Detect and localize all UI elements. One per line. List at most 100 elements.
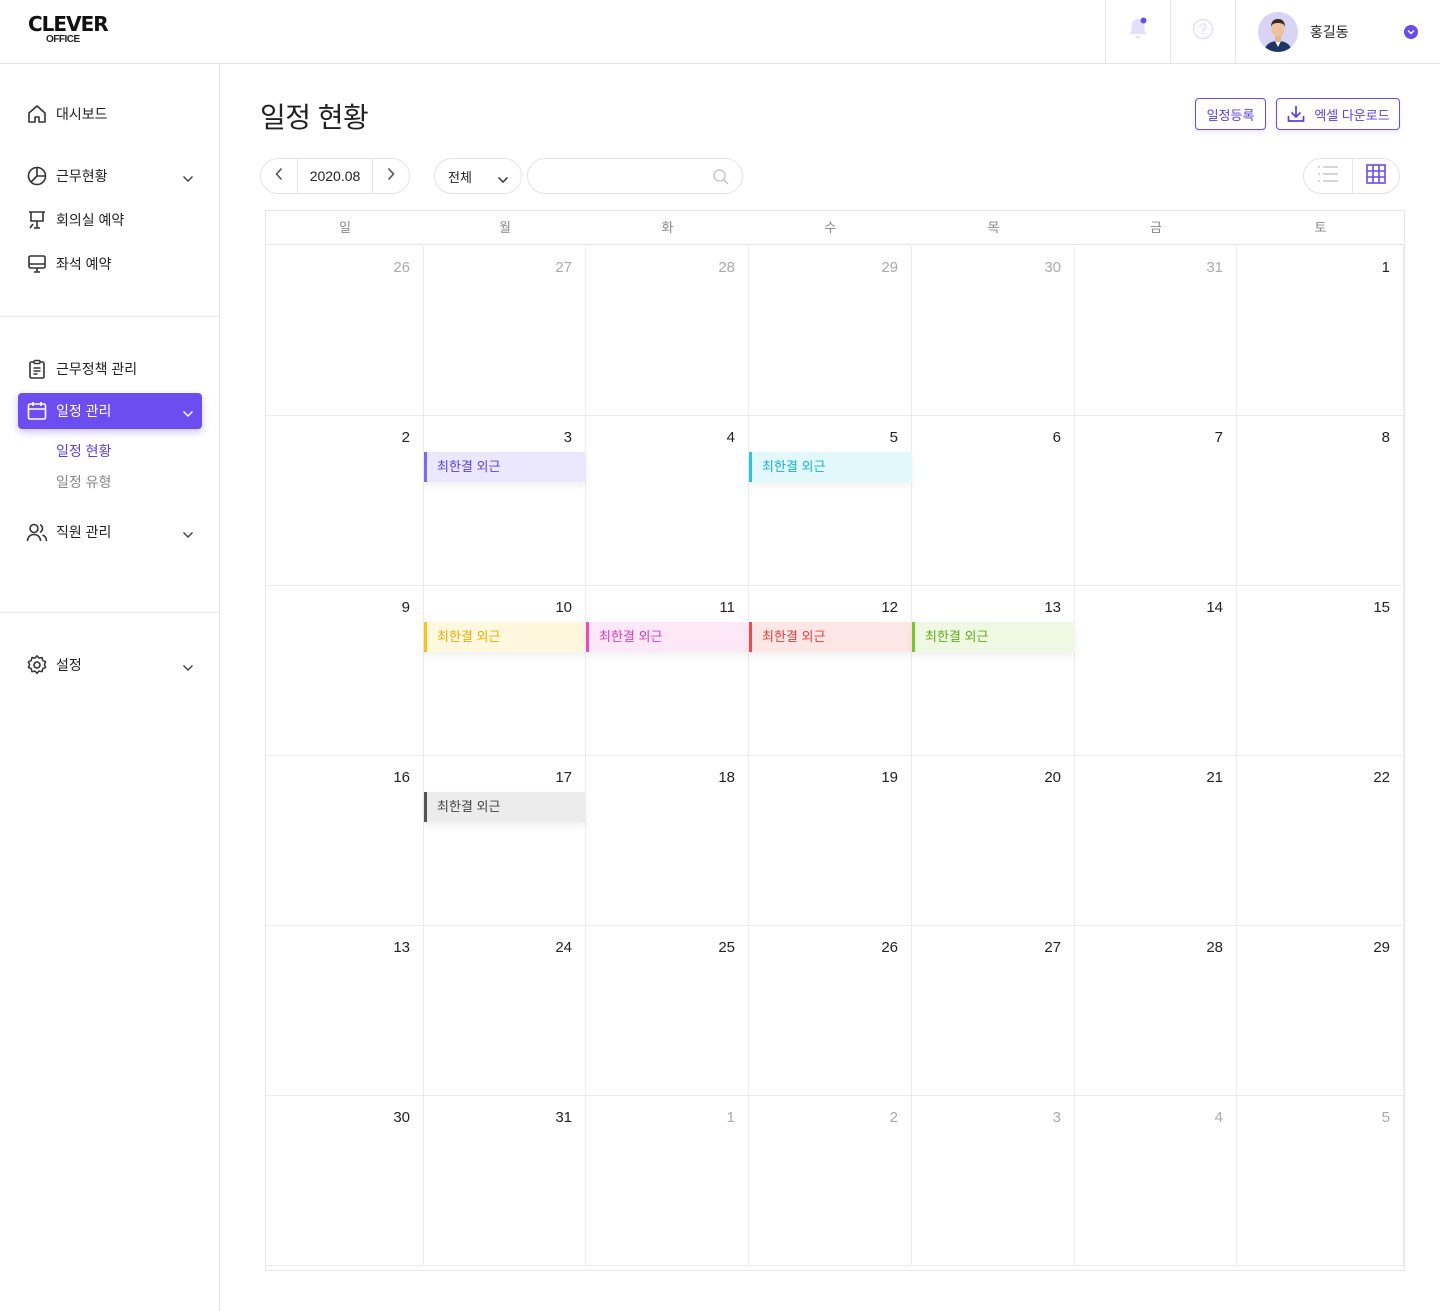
help-button[interactable] <box>1170 0 1235 63</box>
day-number: 31 <box>1206 259 1223 276</box>
register-schedule-button[interactable]: 일정등록 <box>1195 98 1266 130</box>
calendar-day-cell[interactable]: 9 <box>266 586 424 756</box>
search-input[interactable] <box>542 159 712 193</box>
calendar-day-cell[interactable]: 31 <box>1075 246 1237 416</box>
calendar-day-cell[interactable]: 24 <box>424 926 586 1096</box>
calendar-day-cell[interactable]: 8 <box>1237 416 1404 586</box>
calendar-day-cell[interactable]: 26 <box>266 246 424 416</box>
calendar-day-cell[interactable]: 5 최한결 외근 <box>749 416 912 586</box>
calendar-day-cell[interactable]: 13 최한결 외근 <box>912 586 1075 756</box>
day-number: 1 <box>1381 259 1390 276</box>
user-menu[interactable]: 홍길동 <box>1235 0 1440 63</box>
sidebar-item-dashboard[interactable]: 대시보드 <box>18 96 202 132</box>
schedule-event[interactable]: 최한결 외근 <box>749 622 912 652</box>
filter-select[interactable]: 전체 <box>434 158 522 194</box>
calendar-day-cell[interactable]: 4 <box>586 416 749 586</box>
calendar-day-cell[interactable]: 29 <box>1237 926 1404 1096</box>
calendar-day-cell[interactable]: 14 <box>1075 586 1237 756</box>
calendar-day-cell[interactable]: 1 <box>586 1096 749 1266</box>
calendar-day-cell[interactable]: 5 <box>1237 1096 1404 1266</box>
calendar-day-cell[interactable]: 19 <box>749 756 912 926</box>
day-number: 15 <box>1373 599 1390 616</box>
calendar-day-cell[interactable]: 2 <box>749 1096 912 1266</box>
day-number: 25 <box>718 939 735 956</box>
day-number: 11 <box>719 599 735 616</box>
schedule-event[interactable]: 최한결 외근 <box>749 452 912 482</box>
calendar-day-cell[interactable]: 20 <box>912 756 1075 926</box>
prev-month-button[interactable] <box>261 159 297 193</box>
sidebar-subitem-schedule-status[interactable]: 일정 현황 <box>56 441 111 461</box>
sidebar-item-employees[interactable]: 직원 관리 <box>18 514 202 550</box>
calendar-day-cell[interactable]: 17 최한결 외근 <box>424 756 586 926</box>
calendar-day-cell[interactable]: 4 <box>1075 1096 1237 1266</box>
calendar-day-cell[interactable]: 29 <box>749 246 912 416</box>
calendar-day-cell[interactable]: 18 <box>586 756 749 926</box>
calendar-day-cell[interactable]: 28 <box>1075 926 1237 1096</box>
calendar-day-cell[interactable]: 15 <box>1237 586 1404 756</box>
calendar-day-cell[interactable]: 21 <box>1075 756 1237 926</box>
grid-view-button[interactable] <box>1351 159 1400 193</box>
schedule-event[interactable]: 최한결 외근 <box>424 622 586 652</box>
sidebar-item-settings[interactable]: 설정 <box>18 647 202 683</box>
filter-select-value: 전체 <box>448 169 472 185</box>
day-number: 26 <box>881 939 898 956</box>
calendar-day-cell[interactable]: 30 <box>912 246 1075 416</box>
calendar-day-cell[interactable]: 31 <box>424 1096 586 1266</box>
sidebar-subitem-schedule-type[interactable]: 일정 유형 <box>56 472 111 492</box>
sidebar-item-label: 직원 관리 <box>56 524 112 540</box>
sidebar-item-meeting-room[interactable]: 회의실 예약 <box>18 202 202 238</box>
calendar-day-cell[interactable]: 10 최한결 외근 <box>424 586 586 756</box>
presentation-board-icon <box>26 209 48 231</box>
next-month-button[interactable] <box>373 159 409 193</box>
calendar-day-cell[interactable]: 22 <box>1237 756 1404 926</box>
avatar <box>1258 11 1298 52</box>
chevron-down-icon[interactable] <box>1404 25 1418 39</box>
sidebar-item-policy[interactable]: 근무정책 관리 <box>18 351 202 387</box>
calendar-day-cell[interactable]: 11 최한결 외근 <box>586 586 749 756</box>
calendar-day-cell[interactable]: 12 최한결 외근 <box>749 586 912 756</box>
page-title: 일정 현황 <box>260 102 369 133</box>
excel-download-button[interactable]: 엑셀 다운로드 <box>1276 98 1400 130</box>
schedule-event[interactable]: 최한결 외근 <box>424 452 586 482</box>
schedule-event[interactable]: 최한결 외근 <box>424 792 586 822</box>
gear-icon <box>26 654 48 676</box>
calendar-day-cell[interactable]: 2 <box>266 416 424 586</box>
day-number: 5 <box>889 429 898 446</box>
top-header: CLEVER OFFICE 홍길동 <box>0 0 1440 64</box>
calendar-day-cell[interactable]: 3 <box>912 1096 1075 1266</box>
chevron-down-icon <box>182 526 194 542</box>
calendar-day-cell[interactable]: 30 <box>266 1096 424 1266</box>
calendar-day-cell[interactable]: 25 <box>586 926 749 1096</box>
calendar-day-cell[interactable]: 7 <box>1075 416 1237 586</box>
day-number: 19 <box>881 769 898 786</box>
calendar-day-cell[interactable]: 3 최한결 외근 <box>424 416 586 586</box>
day-number: 17 <box>555 769 572 786</box>
sidebar-item-attendance[interactable]: 근무현황 <box>18 158 202 194</box>
clever-office-logo[interactable]: CLEVER OFFICE <box>28 14 109 50</box>
day-number: 28 <box>1206 939 1223 956</box>
schedule-event[interactable]: 최한결 외근 <box>912 622 1075 652</box>
calendar-day-cell[interactable]: 27 <box>424 246 586 416</box>
sidebar-item-seat[interactable]: 좌석 예약 <box>18 246 202 282</box>
weekday-label: 월 <box>499 220 511 235</box>
day-number: 22 <box>1373 769 1390 786</box>
day-number: 4 <box>726 429 735 446</box>
calendar-day-cell[interactable]: 26 <box>749 926 912 1096</box>
calendar-day-cell[interactable]: 28 <box>586 246 749 416</box>
calendar-day-cell[interactable]: 6 <box>912 416 1075 586</box>
question-circle-icon <box>1192 18 1214 45</box>
clipboard-icon <box>26 358 48 380</box>
notification-button[interactable] <box>1105 0 1170 63</box>
list-view-button[interactable] <box>1304 159 1352 193</box>
calendar-day-cell[interactable]: 13 <box>266 926 424 1096</box>
calendar-day-cell[interactable]: 27 <box>912 926 1075 1096</box>
pie-chart-icon <box>26 165 48 187</box>
calendar-day-cell[interactable]: 1 <box>1237 246 1404 416</box>
day-number: 24 <box>555 939 572 956</box>
day-number: 28 <box>718 259 735 276</box>
schedule-event[interactable]: 최한결 외근 <box>586 622 749 652</box>
sidebar-item-schedule[interactable]: 일정 관리 <box>18 393 202 429</box>
weekday-label: 수 <box>824 220 837 235</box>
search-icon[interactable] <box>712 168 730 191</box>
calendar-day-cell[interactable]: 16 <box>266 756 424 926</box>
